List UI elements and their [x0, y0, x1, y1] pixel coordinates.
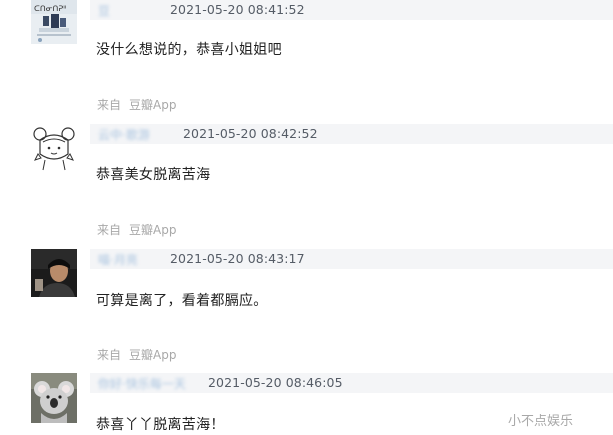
comment-source: 来自 豆瓣App — [97, 96, 176, 113]
comment-timestamp: 2021-05-20 08:43:17 — [170, 251, 305, 266]
user-avatar[interactable] — [31, 249, 77, 297]
poster-avatar-icon: ᑕᑎᓂᑎᕈᐦ — [31, 0, 77, 44]
user-avatar[interactable]: ᑕᑎᓂᑎᕈᐦ — [31, 0, 77, 44]
source-app-link[interactable]: 豆瓣App — [129, 348, 176, 362]
cartoon-girl-icon — [31, 124, 77, 172]
user-avatar[interactable] — [31, 124, 77, 172]
source-app-link[interactable]: 豆瓣App — [129, 98, 176, 112]
comment-text: 恭喜丫丫脱离苦海！ — [96, 417, 225, 433]
comment-text: 没什么想说的，恭喜小姐姐吧 — [96, 42, 282, 58]
comment-header: 你好·快乐每一天 2021-05-20 08:46:05 — [90, 373, 613, 393]
comment-username[interactable]: 喵·月亮 — [98, 251, 138, 268]
portrait-avatar-icon — [31, 249, 77, 297]
koala-avatar-icon — [31, 373, 77, 423]
comment-timestamp: 2021-05-20 08:41:52 — [170, 2, 305, 17]
comment-header: 喵·月亮 2021-05-20 08:43:17 — [90, 249, 613, 269]
source-app-link[interactable]: 豆瓣App — [129, 223, 176, 237]
comment-timestamp: 2021-05-20 08:42:52 — [183, 126, 318, 141]
comment-text: 可算是离了，看着都膈应。 — [96, 293, 268, 309]
comment-feed: ᑕᑎᓂᑎᕈᐦ 豆 2021-05-20 08:41:52 没什么想说的，恭喜小姐… — [0, 0, 613, 435]
comment-header: 豆 2021-05-20 08:41:52 — [90, 0, 613, 20]
svg-text:ᑕᑎᓂᑎᕈᐦ: ᑕᑎᓂᑎᕈᐦ — [34, 4, 66, 13]
comment-source: 来自 豆瓣App — [97, 221, 176, 238]
source-prefix: 来自 — [97, 223, 122, 237]
comment-username[interactable]: 你好·快乐每一天 — [98, 375, 186, 392]
comment-header: 云中·歌游 2021-05-20 08:42:52 — [90, 124, 613, 144]
comment-text: 恭喜美女脱离苦海 — [96, 167, 211, 183]
source-prefix: 来自 — [97, 98, 122, 112]
comment-timestamp: 2021-05-20 08:46:05 — [208, 375, 343, 390]
comment-source: 来自 豆瓣App — [97, 346, 176, 363]
comment-username[interactable]: 豆 — [98, 2, 110, 19]
source-prefix: 来自 — [97, 348, 122, 362]
comment-username[interactable]: 云中·歌游 — [98, 126, 150, 143]
watermark-text: 小不点娱乐 — [508, 414, 574, 429]
user-avatar[interactable] — [31, 373, 77, 423]
